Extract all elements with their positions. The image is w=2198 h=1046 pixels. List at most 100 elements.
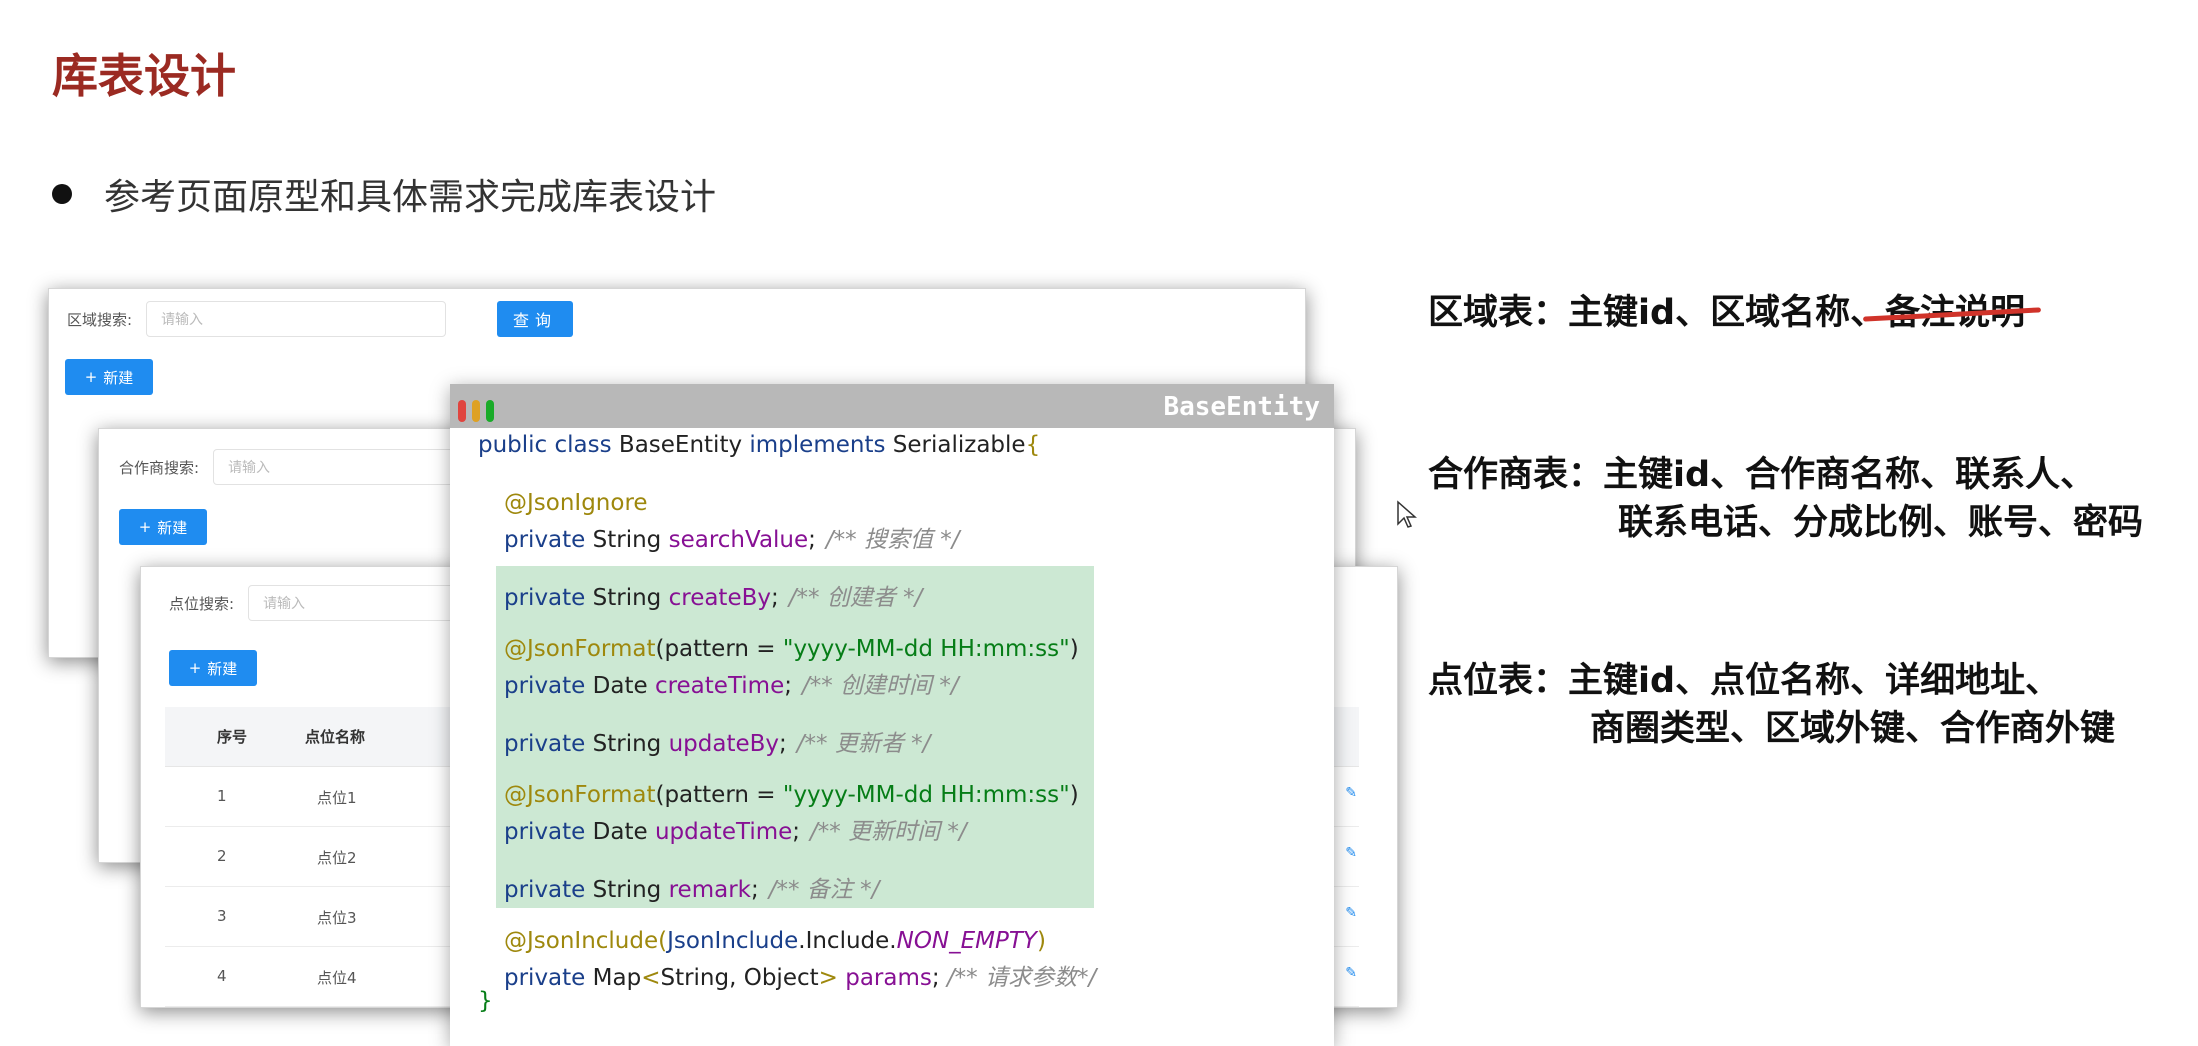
code-token: /** 请求参数*/ — [946, 965, 1097, 991]
code-token: .Include. — [798, 928, 897, 954]
code-token: Date — [592, 819, 655, 845]
code-token: updateBy — [668, 731, 780, 757]
column-header-name: 点位名称 — [305, 728, 366, 746]
code-token: (pattern = — [655, 782, 783, 808]
code-token: params — [845, 965, 932, 991]
code-token: createTime — [654, 673, 785, 699]
partner-search-label: 合作商搜索: — [119, 458, 200, 477]
code-search-value: private String searchValue; /** 搜索值 */ — [504, 520, 960, 554]
plus-icon: + — [188, 659, 202, 677]
maximize-dot-icon[interactable] — [486, 400, 494, 422]
code-token: ; — [931, 965, 947, 991]
row-name: 点位4 — [317, 969, 357, 987]
code-token: private — [504, 527, 593, 553]
code-window-title: BaseEntity — [1163, 392, 1320, 422]
code-remark: private String remark; /** 备注 */ — [504, 870, 879, 904]
row-name: 点位3 — [317, 909, 357, 927]
code-params: private Map<String, Object> params; /** … — [504, 958, 1096, 992]
point-search-label: 点位搜索: — [169, 594, 235, 613]
code-closing-brace: } — [478, 988, 493, 1014]
code-token: private — [504, 673, 593, 699]
partner-table-line2: 联系电话、分成比例、账号、密码 — [1618, 503, 2144, 543]
code-class-declaration: public class BaseEntity implements Seria… — [478, 432, 1040, 458]
plus-icon: + — [138, 518, 152, 536]
row-action-icon[interactable]: ✎ — [1345, 785, 1357, 801]
point-table-description: 点位表：主键id、点位名称、详细地址、 — [1428, 652, 2060, 703]
code-token: /** 更新时间 */ — [810, 819, 967, 845]
code-token: remark — [668, 877, 751, 903]
code-token: private — [504, 585, 593, 611]
column-header-no: 序号 — [217, 728, 248, 746]
row-name: 点位1 — [317, 789, 357, 807]
point-new-label: 新建 — [207, 659, 238, 678]
close-dot-icon[interactable] — [458, 400, 466, 422]
code-token: @JsonFormat — [504, 782, 656, 808]
bullet-item: 参考页面原型和具体需求完成库表设计 — [52, 168, 716, 220]
code-token: /** 备注 */ — [768, 877, 880, 903]
code-token: ; — [808, 527, 816, 553]
code-token: createBy — [668, 585, 771, 611]
row-action-icon[interactable]: ✎ — [1345, 965, 1357, 981]
code-token: ; — [750, 877, 759, 903]
region-search-input[interactable]: 请输入 — [146, 301, 447, 337]
point-table-line1: 主键id、点位名称、详细地址、 — [1568, 661, 2061, 701]
region-new-label: 新建 — [103, 368, 134, 387]
region-new-button[interactable]: + 新建 — [65, 359, 153, 395]
code-token: "yyyy-MM-dd HH:mm:ss" — [782, 782, 1070, 808]
code-token: implements — [749, 432, 893, 458]
code-token: public class — [478, 432, 619, 458]
code-update-time: private Date updateTime; /** 更新时间 */ — [504, 812, 967, 846]
row-no: 2 — [217, 847, 227, 865]
code-create-by: private String createBy; /** 创建者 */ — [504, 578, 922, 612]
region-struck-field: 备注说明 — [1885, 284, 2025, 335]
code-token: @JsonIgnore — [504, 490, 648, 516]
row-name: 点位2 — [317, 849, 357, 867]
plus-icon: + — [84, 368, 98, 386]
code-token: Map — [592, 965, 642, 991]
code-token: ; — [784, 673, 792, 699]
region-table-description: 区域表：主键id、区域名称、备注说明 — [1428, 284, 2025, 335]
code-token: "yyyy-MM-dd HH:mm:ss" — [782, 636, 1070, 662]
code-json-format-2: @JsonFormat(pattern = "yyyy-MM-dd HH:mm:… — [504, 782, 1079, 808]
code-token: BaseEntity — [618, 432, 750, 458]
partner-new-button[interactable]: + 新建 — [119, 509, 207, 545]
code-token: updateTime — [654, 819, 793, 845]
code-token: ; — [771, 585, 779, 611]
row-action-icon[interactable]: ✎ — [1345, 905, 1357, 921]
code-token: Date — [592, 673, 655, 699]
bullet-dot-icon — [52, 184, 72, 204]
row-no: 4 — [217, 967, 227, 985]
code-token: > — [818, 965, 846, 991]
row-action-icon[interactable]: ✎ — [1345, 845, 1357, 861]
code-update-by: private String updateBy; /** 更新者 */ — [504, 724, 930, 758]
point-new-button[interactable]: + 新建 — [169, 650, 257, 686]
code-token: JsonInclude — [667, 928, 799, 954]
point-table-label: 点位表： — [1428, 661, 1569, 701]
code-create-time: private Date createTime; /** 创建时间 */ — [504, 666, 959, 700]
mouse-cursor-icon — [1397, 500, 1417, 528]
code-token: ( — [658, 928, 668, 954]
code-token: private — [504, 877, 593, 903]
row-no: 3 — [217, 907, 227, 925]
code-window: BaseEntity public class BaseEntity imple… — [450, 384, 1334, 1046]
code-token: NON_EMPTY — [896, 928, 1037, 954]
code-token: /** 创建时间 */ — [801, 673, 959, 699]
code-token: } — [478, 988, 493, 1014]
code-token: String — [592, 877, 669, 903]
region-search-row: 区域搜索: 请输入 — [67, 301, 447, 337]
code-token: (pattern = — [655, 636, 783, 662]
code-token: private — [504, 819, 593, 845]
code-token: searchValue — [668, 527, 809, 553]
code-token: String — [592, 527, 669, 553]
code-token: < — [641, 965, 661, 991]
region-table-fields: 主键id、区域名称、 — [1568, 293, 1886, 333]
minimize-dot-icon[interactable] — [472, 400, 480, 422]
code-token: Serializable — [892, 432, 1026, 458]
code-token: String — [592, 585, 669, 611]
code-json-ignore: @JsonIgnore — [504, 490, 648, 516]
code-token: ) — [1069, 636, 1079, 662]
code-token: /** 更新者 */ — [796, 731, 931, 757]
query-button[interactable]: 查询 — [497, 301, 573, 337]
region-search-label: 区域搜索: — [67, 310, 133, 329]
code-token: private — [504, 965, 593, 991]
